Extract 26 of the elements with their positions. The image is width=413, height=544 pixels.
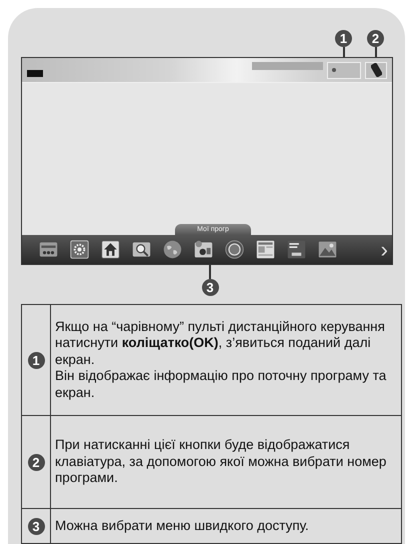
- callout-number: 2: [28, 454, 44, 470]
- disc-icon[interactable]: [225, 240, 244, 260]
- callout-number: 1: [28, 352, 44, 368]
- news-icon[interactable]: [256, 240, 275, 260]
- callout-number: 1: [335, 30, 352, 47]
- description-text: Якщо на “чарівному” пульті дистанційного керування натиснути коліщатко(OK), з’явиться поданий далі екран.: [55, 318, 386, 368]
- channel-icon: [27, 70, 43, 76]
- callout-number: 3: [202, 279, 218, 296]
- media-icon[interactable]: [194, 240, 213, 260]
- input-icon[interactable]: [39, 240, 58, 260]
- home-icon[interactable]: [101, 240, 120, 260]
- callout-number: 2: [367, 30, 384, 47]
- description-text: Можна вибрати меню швидкого доступу.: [55, 518, 310, 534]
- info-button[interactable]: [327, 62, 361, 78]
- description-text: При натисканні цієї кнопки буде відображатися клавіатура, за допомогою якої можна вибрати номер програми.: [55, 437, 388, 487]
- next-arrow[interactable]: ›: [380, 238, 388, 261]
- photo-icon[interactable]: [318, 240, 337, 260]
- settings-icon[interactable]: [70, 240, 89, 260]
- globe-icon[interactable]: [163, 240, 182, 260]
- remote-icon: [370, 63, 382, 77]
- search-icon[interactable]: [132, 240, 151, 260]
- callout-number: 3: [28, 518, 44, 534]
- keypad-button[interactable]: [365, 62, 387, 78]
- book-icon[interactable]: [287, 240, 306, 260]
- program-bar: [252, 62, 323, 70]
- description-text: Він відображає інформацію про поточну програму та екран.: [55, 368, 388, 402]
